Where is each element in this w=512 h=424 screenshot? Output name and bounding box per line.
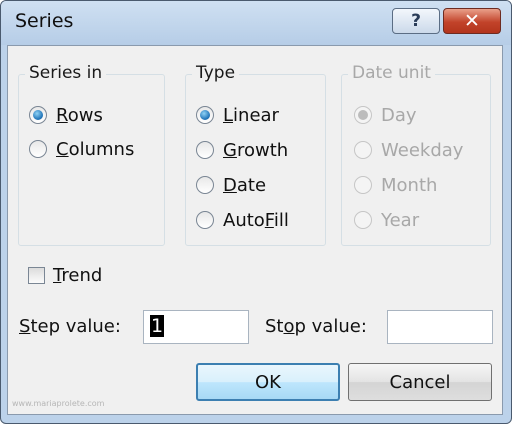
radio-weekday-button bbox=[354, 141, 372, 159]
radio-year-label: Year bbox=[381, 209, 420, 231]
radio-day-label: Day bbox=[381, 104, 417, 126]
step-value-label: Step value: bbox=[19, 316, 121, 337]
radio-growth-button[interactable] bbox=[196, 141, 214, 159]
radio-rows-label: Rows bbox=[56, 104, 103, 126]
step-value-text: 1 bbox=[150, 315, 165, 337]
trend-checkbox-row[interactable]: Trend bbox=[28, 265, 102, 286]
radio-rows-button[interactable] bbox=[29, 106, 47, 124]
radio-rows[interactable]: Rows bbox=[29, 103, 103, 127]
radio-date[interactable]: Date bbox=[196, 173, 266, 197]
radio-weekday: Weekday bbox=[354, 138, 463, 162]
radio-day-button bbox=[354, 106, 372, 124]
radio-day: Day bbox=[354, 103, 417, 127]
radio-columns-button[interactable] bbox=[29, 140, 47, 158]
radio-autofill-button[interactable] bbox=[196, 211, 214, 229]
close-button[interactable]: ✕ bbox=[443, 8, 501, 34]
radio-growth[interactable]: Growth bbox=[196, 138, 288, 162]
radio-month-button bbox=[354, 176, 372, 194]
type-group: Type Linear Growth Date AutoFill bbox=[185, 63, 326, 246]
radio-autofill[interactable]: AutoFill bbox=[196, 208, 289, 232]
radio-month: Month bbox=[354, 173, 437, 197]
series-in-group: Series in Rows Columns bbox=[18, 63, 165, 246]
trend-label: Trend bbox=[53, 265, 103, 286]
dialog-title: Series bbox=[15, 10, 74, 32]
trend-checkbox[interactable] bbox=[28, 267, 45, 284]
radio-date-button[interactable] bbox=[196, 176, 214, 194]
date-unit-title: Date unit bbox=[348, 63, 435, 83]
radio-linear-button[interactable] bbox=[196, 106, 214, 124]
radio-linear-label: Linear bbox=[223, 104, 279, 126]
radio-growth-label: Growth bbox=[223, 139, 289, 161]
radio-columns-label: Columns bbox=[56, 138, 135, 160]
radio-columns[interactable]: Columns bbox=[29, 137, 134, 161]
cancel-button[interactable]: Cancel bbox=[348, 363, 492, 401]
close-icon: ✕ bbox=[464, 10, 480, 32]
ok-button[interactable]: OK bbox=[196, 363, 340, 401]
step-value-input[interactable]: 1 bbox=[143, 310, 249, 344]
radio-year: Year bbox=[354, 208, 419, 232]
radio-year-button bbox=[354, 211, 372, 229]
radio-linear[interactable]: Linear bbox=[196, 103, 279, 127]
type-title: Type bbox=[192, 63, 240, 83]
radio-weekday-label: Weekday bbox=[381, 139, 464, 161]
radio-autofill-label: AutoFill bbox=[223, 209, 289, 231]
title-bar[interactable]: Series ? ✕ bbox=[1, 1, 511, 45]
dialog-body: Series in Rows Columns Type Linear Growt… bbox=[7, 45, 503, 415]
stop-value-label: Stop value: bbox=[265, 316, 367, 337]
radio-month-label: Month bbox=[381, 174, 438, 196]
watermark: www.mariaprolete.com bbox=[12, 399, 105, 408]
help-button[interactable]: ? bbox=[392, 8, 440, 34]
series-in-title: Series in bbox=[25, 63, 107, 83]
radio-date-label: Date bbox=[223, 174, 267, 196]
stop-value-input[interactable] bbox=[387, 310, 493, 344]
date-unit-group: Date unit Day Weekday Month Year bbox=[341, 63, 491, 246]
series-dialog: Series ? ✕ Series in Rows Columns Type L… bbox=[0, 0, 512, 424]
help-icon: ? bbox=[411, 11, 421, 31]
